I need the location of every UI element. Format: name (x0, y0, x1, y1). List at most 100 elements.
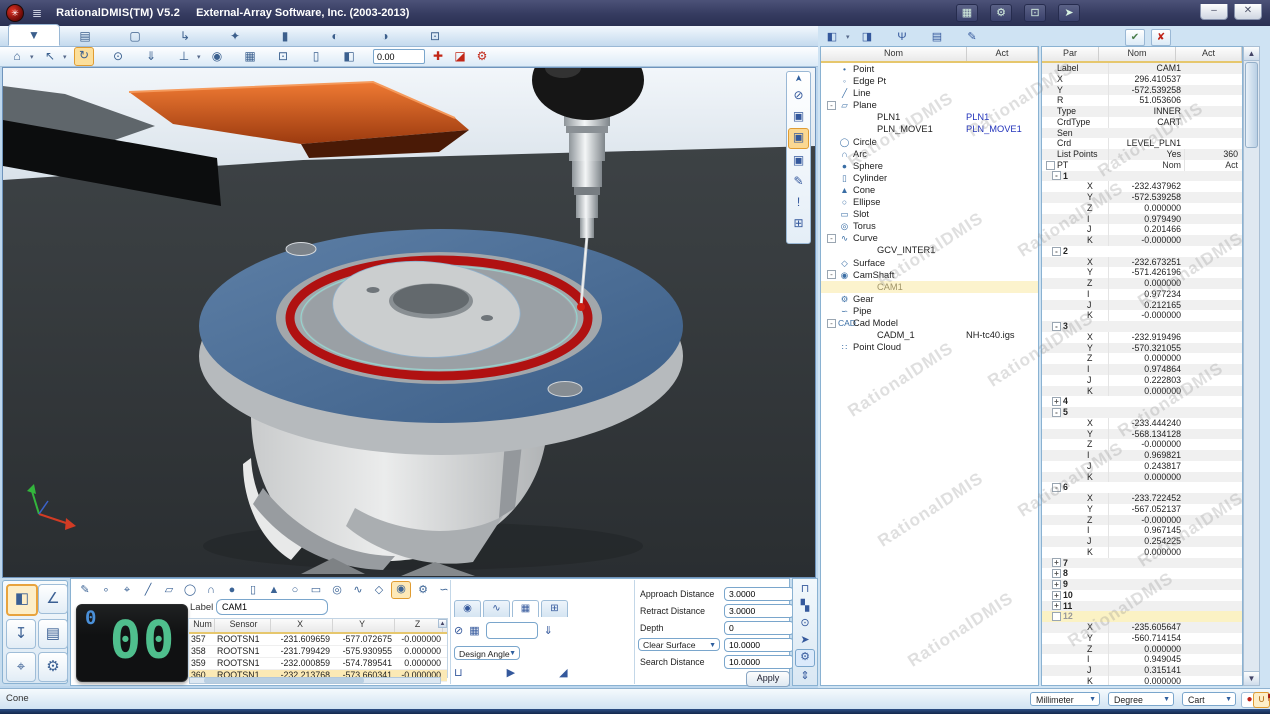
probe-alert-icon[interactable]: ! (789, 193, 808, 212)
expander[interactable] (1076, 236, 1085, 245)
fixture-button[interactable]: ▤ (38, 619, 68, 649)
point-count-input[interactable] (486, 622, 538, 639)
expander[interactable] (1046, 96, 1055, 105)
expander[interactable] (1046, 161, 1055, 170)
tree-item[interactable]: - ◉ CamShaft (821, 269, 1038, 281)
table-row[interactable]: 357 ROOTSN1 -231.609659 -577.072675 -0.0… (189, 634, 447, 646)
tolerance-input[interactable] (373, 49, 425, 64)
window-tab-icon[interactable]: ▢ (110, 26, 160, 46)
property-row[interactable]: J 0.315141 (1042, 665, 1242, 676)
coordinate-dropdown[interactable]: Cart ▼ (1182, 692, 1236, 706)
curve-icon[interactable]: ∿ (349, 582, 367, 598)
property-row[interactable]: CrdType CART (1042, 117, 1242, 128)
dropdown-caret-icon[interactable]: ▾ (63, 53, 70, 61)
property-row[interactable]: PT Nom Act (1042, 160, 1242, 171)
dro-flag-icon[interactable]: ⚑ (1263, 692, 1270, 706)
axes-button[interactable]: ⌖ (6, 652, 36, 682)
document-tab-icon[interactable]: ▤ (60, 26, 110, 46)
property-row[interactable]: -5 (1042, 407, 1242, 418)
props-col-nom[interactable]: Nom (1099, 47, 1176, 61)
image-icon[interactable]: ▦ (241, 48, 259, 65)
dropdown-caret-icon[interactable]: ▾ (30, 53, 37, 61)
props-col-act[interactable]: Act (1176, 47, 1242, 61)
property-row[interactable]: K 0.000000 (1042, 547, 1242, 558)
property-row[interactable]: X -233.722452 (1042, 493, 1242, 504)
clear-surface-dropdown[interactable]: Clear Surface ▼ (638, 638, 720, 651)
probes-icon[interactable]: ▚ (796, 598, 814, 614)
probe-move-icon[interactable]: ▣ (789, 151, 808, 170)
expander[interactable] (1076, 655, 1085, 664)
property-row[interactable]: I 0.969821 (1042, 450, 1242, 461)
expander[interactable] (1076, 376, 1085, 385)
branch-tool-icon[interactable]: Ψ (894, 30, 910, 45)
expander[interactable] (1076, 300, 1085, 309)
probe-point-icon[interactable]: ➤ (796, 632, 814, 648)
erase-points-icon[interactable]: ⊘ (454, 624, 463, 637)
machine-head-icon[interactable]: ⊓ (796, 581, 814, 597)
home-icon[interactable]: ⌂ (8, 48, 26, 65)
property-row[interactable]: 12 (1042, 611, 1242, 622)
export-tab-icon[interactable]: ↳ (160, 26, 210, 46)
camshaft-icon[interactable]: ◉ (391, 581, 411, 599)
tree-item[interactable]: ∩ Arc (821, 148, 1038, 160)
probe-tab-icon[interactable]: ▼ (8, 24, 60, 46)
property-row[interactable]: List Points Yes 360 (1042, 149, 1242, 160)
expander[interactable] (1046, 150, 1055, 159)
probe-run-icon[interactable]: ▶ (507, 666, 515, 679)
tree-item[interactable]: ⚙ Gear (821, 293, 1038, 305)
property-row[interactable]: J 0.222803 (1042, 375, 1242, 386)
tree-item[interactable]: ▲ Cone (821, 184, 1038, 196)
property-row[interactable]: J 0.212165 (1042, 300, 1242, 311)
rotate-view-icon[interactable]: ↻ (74, 47, 94, 66)
scroll-down-icon[interactable]: ▼ (1244, 671, 1259, 685)
tree-col-act[interactable]: Act (967, 47, 1038, 61)
plane-icon[interactable]: ▱ (160, 582, 178, 598)
expander[interactable] (827, 294, 836, 303)
expander[interactable] (1076, 354, 1085, 363)
probe-edit-icon[interactable]: ✎ (789, 172, 808, 191)
monitor2-tab-icon[interactable]: ⊡ (410, 26, 460, 46)
tree-item[interactable]: ▭ Slot (821, 208, 1038, 220)
line-icon[interactable]: ╱ (139, 582, 157, 598)
zoom-window-icon[interactable]: ⊙ (109, 48, 127, 65)
paint-icon[interactable]: ◧ (340, 48, 358, 65)
viewport-3d[interactable] (2, 67, 816, 578)
expander[interactable]: - (1052, 322, 1061, 331)
scan-mode-tab[interactable]: ∿ (483, 600, 510, 617)
expander[interactable] (827, 65, 836, 74)
angle-units-dropdown[interactable]: Degree ▼ (1108, 692, 1174, 706)
slot-icon[interactable]: ▭ (307, 582, 325, 598)
col-num[interactable]: Num (189, 619, 215, 632)
close-button[interactable]: ✕ (1234, 4, 1262, 20)
expander[interactable] (1076, 419, 1085, 428)
property-row[interactable]: R 51.053606 (1042, 95, 1242, 106)
expander[interactable] (1076, 677, 1085, 686)
property-row[interactable]: J 0.254225 (1042, 536, 1242, 547)
expander[interactable] (1076, 333, 1085, 342)
property-row[interactable]: +8 (1042, 568, 1242, 579)
expander[interactable] (827, 306, 836, 315)
expander[interactable] (1046, 118, 1055, 127)
property-row[interactable]: I 0.974864 (1042, 364, 1242, 375)
property-row[interactable]: Y -571.426196 (1042, 267, 1242, 278)
expander[interactable] (827, 343, 836, 352)
expander[interactable]: + (1052, 569, 1061, 578)
property-row[interactable]: X -232.919496 (1042, 332, 1242, 343)
retract-distance-input[interactable] (724, 604, 794, 618)
axis-cnc-icon[interactable]: ⊥ (175, 48, 193, 65)
expander[interactable] (1076, 365, 1085, 374)
property-row[interactable]: -1 (1042, 171, 1242, 182)
property-row[interactable]: Crd LEVEL_PLN1 (1042, 138, 1242, 149)
edit-tree-icon[interactable]: ✎ (964, 30, 980, 45)
workpiece-button[interactable]: ◧ (6, 584, 38, 616)
expander[interactable] (1076, 451, 1085, 460)
crosshair-icon[interactable]: ✚ (429, 48, 447, 65)
expander[interactable] (1046, 139, 1055, 148)
property-row[interactable]: I 0.949045 (1042, 654, 1242, 665)
expander[interactable] (851, 113, 860, 122)
property-row[interactable]: Type INNER (1042, 106, 1242, 117)
sensor-mode-tab[interactable]: ◉ (454, 600, 481, 617)
expander[interactable] (827, 210, 836, 219)
tree-item[interactable]: ▯ Cylinder (821, 172, 1038, 184)
tree-item[interactable]: - ∿ Curve (821, 232, 1038, 244)
